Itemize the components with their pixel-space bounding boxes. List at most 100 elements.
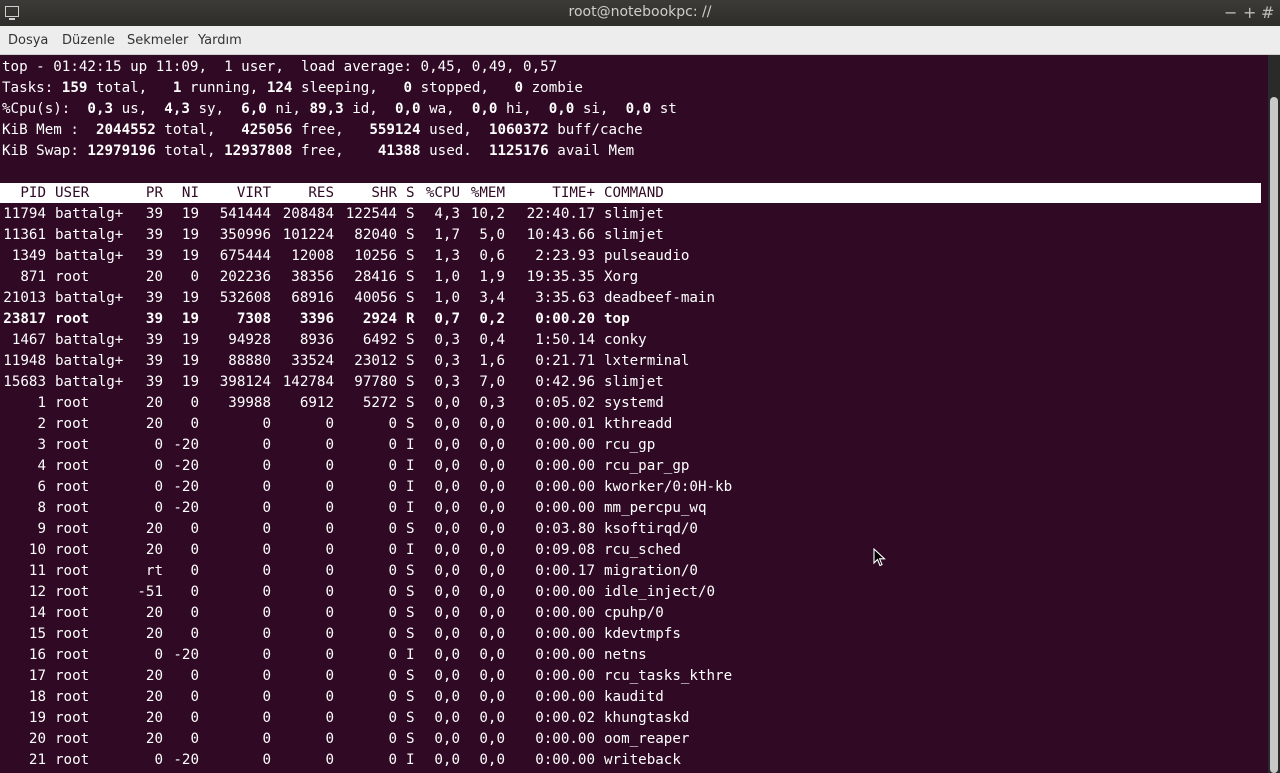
cell-user: battalg+ — [55, 374, 124, 390]
pin-button[interactable]: # — [1261, 3, 1274, 22]
maximize-button[interactable]: + — [1243, 3, 1256, 22]
cell-res: 0 — [325, 731, 334, 747]
menu-duzenle[interactable]: Düzenle — [62, 33, 115, 48]
cell-cpu: 1,0 — [434, 269, 460, 285]
cell-mem: 10,2 — [470, 206, 505, 222]
cell-virt: 0 — [262, 563, 271, 579]
cell-res: 8936 — [299, 332, 334, 348]
cell-time: 0:00.00 — [535, 668, 595, 684]
summary-segment: id, — [343, 101, 395, 117]
cell-pr: 39 — [145, 353, 163, 369]
cell-command: mm_percpu_wq — [604, 500, 707, 516]
cell-res: 0 — [325, 584, 334, 600]
summary-segment: 0,0 — [471, 101, 498, 117]
cell-shr: 0 — [388, 521, 397, 537]
summary-segment: 1060372 — [488, 122, 549, 138]
cell-time: 19:35.35 — [526, 269, 595, 285]
table-row: 1467 battalg+ 39 19 94928 8936 6492 S 0,3 0,4 1:50… — [0, 330, 1261, 351]
summary-segment: ni, — [266, 101, 310, 117]
cell-pid: 6 — [37, 479, 46, 495]
cell-pr: 20 — [145, 269, 163, 285]
column-header-pr: PR — [145, 185, 163, 201]
minimize-button[interactable]: − — [1224, 3, 1237, 22]
cell-pr: 39 — [145, 248, 163, 264]
cell-user: root — [55, 395, 90, 411]
cell-command: kdevtmpfs — [604, 626, 681, 642]
cell-res: 38356 — [291, 269, 334, 285]
cell-res: 0 — [325, 563, 334, 579]
cell-cpu: 0,0 — [434, 710, 460, 726]
cell-shr: 0 — [388, 542, 397, 558]
cell-user: battalg+ — [55, 248, 124, 264]
cell-command: Xorg — [604, 269, 639, 285]
cell-mem: 0,3 — [479, 395, 505, 411]
cell-command: oom_reaper — [604, 731, 690, 747]
cell-time: 1:50.14 — [535, 332, 595, 348]
cell-state: S — [406, 710, 415, 726]
cell-pid: 3 — [37, 437, 46, 453]
cell-cpu: 1,0 — [434, 290, 460, 306]
cell-mem: 0,0 — [479, 731, 505, 747]
window-titlebar[interactable]: root@notebookpc: // − + # — [0, 0, 1280, 26]
table-row: 21013 battalg+ 39 19 532608 68916 40056 S 1,0 3,4… — [0, 288, 1261, 309]
cell-res: 0 — [325, 437, 334, 453]
table-row: 871 root 20 0 202236 38356 28416 S 1,0 1,9 19:35.3… — [0, 267, 1261, 288]
table-row: 8 root 0 -20 0 0 0 I 0,0 0,0 0:00.00 mm_percpu_wq — [0, 498, 1261, 519]
cell-shr: 0 — [388, 668, 397, 684]
cell-virt: 0 — [262, 731, 271, 747]
cell-cpu: 0,0 — [434, 395, 460, 411]
menu-dosya[interactable]: Dosya — [8, 33, 48, 48]
cell-command: deadbeef-main — [604, 290, 716, 306]
column-header-mem: %MEM — [470, 185, 505, 201]
cell-virt: 0 — [262, 668, 271, 684]
cell-pid: 10 — [28, 542, 46, 558]
cell-virt: 0 — [262, 479, 271, 495]
cell-res: 0 — [325, 542, 334, 558]
scrollbar-thumb[interactable] — [1270, 97, 1278, 773]
cell-shr: 0 — [388, 710, 397, 726]
cell-state: S — [406, 374, 415, 390]
cell-shr: 0 — [388, 437, 397, 453]
cell-res: 12008 — [291, 248, 334, 264]
cell-res: 0 — [325, 500, 334, 516]
cell-virt: 541444 — [219, 206, 271, 222]
summary-segment: zombie — [523, 80, 583, 96]
cell-virt: 0 — [262, 521, 271, 537]
cell-command: systemd — [604, 395, 664, 411]
cell-ni: 0 — [190, 584, 199, 600]
cell-user: root — [55, 689, 90, 705]
cell-time: 0:21.71 — [535, 353, 595, 369]
cell-shr: 10256 — [354, 248, 397, 264]
cell-virt: 0 — [262, 416, 271, 432]
cell-cpu: 0,3 — [434, 332, 460, 348]
cell-pid: 21 — [28, 752, 46, 768]
cell-mem: 0,0 — [479, 542, 505, 558]
cell-state: S — [406, 626, 415, 642]
summary-segment: 124 — [266, 80, 293, 96]
terminal-output[interactable]: top - 01:42:15 up 11:09, 1 user, load av… — [0, 55, 1268, 773]
cell-time: 0:00.00 — [535, 647, 595, 663]
table-row: 21 root 0 -20 0 0 0 I 0,0 0,0 0:00.00 writeback — [0, 750, 1261, 771]
cell-pr: 39 — [145, 290, 163, 306]
cell-time: 0:00.00 — [535, 458, 595, 474]
cell-shr: 6492 — [362, 332, 397, 348]
cell-shr: 0 — [388, 647, 397, 663]
summary-segment: 6,0 — [241, 101, 267, 117]
cell-pid: 871 — [20, 269, 46, 285]
summary-segment: stopped, — [412, 80, 515, 96]
menu-sekmeler[interactable]: Sekmeler — [127, 33, 188, 48]
cell-ni: 19 — [181, 248, 199, 264]
cell-mem: 0,6 — [479, 248, 505, 264]
summary-segment: sy, — [189, 101, 242, 117]
cell-mem: 0,0 — [479, 752, 505, 768]
summary-segment: 0,0 — [625, 101, 652, 117]
table-row: 23817 root 39 19 7308 3396 2924 R 0,7 0,2 0:00.20 t… — [0, 309, 1261, 330]
cell-state: I — [406, 542, 415, 558]
cell-pr: 0 — [154, 647, 163, 663]
cell-virt: 0 — [262, 584, 271, 600]
cell-state: I — [406, 500, 415, 516]
menu-yardim[interactable]: Yardım — [198, 33, 242, 48]
scrollbar[interactable] — [1268, 55, 1280, 773]
cell-cpu: 4,3 — [434, 206, 460, 222]
summary-segment: total, — [155, 143, 225, 159]
